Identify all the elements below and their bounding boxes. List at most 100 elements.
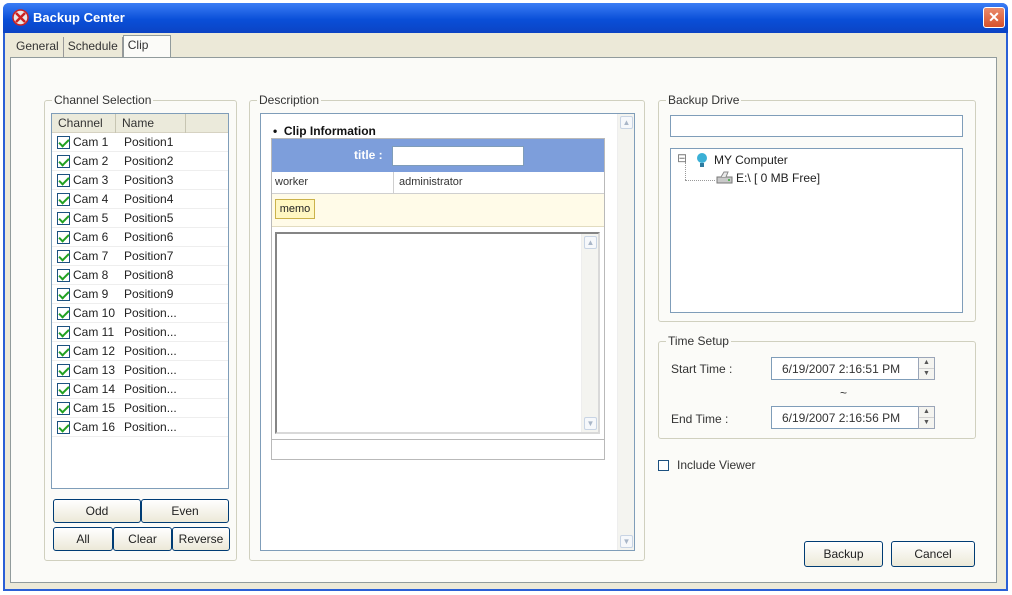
channel-cell: Cam 10: [73, 306, 116, 320]
description-scrollbar[interactable]: ▲ ▼: [617, 114, 634, 550]
channel-cell: Cam 9: [73, 287, 109, 301]
channel-row[interactable]: Cam 15 Position...: [52, 399, 228, 418]
column-header-empty: [186, 114, 228, 133]
channel-row[interactable]: Cam 11 Position...: [52, 323, 228, 342]
tab-schedule[interactable]: Schedule: [63, 37, 123, 57]
column-header-name[interactable]: Name: [116, 114, 186, 133]
scroll-down-icon[interactable]: ▼: [620, 535, 633, 548]
channel-checkbox[interactable]: [57, 306, 70, 320]
channel-row[interactable]: Cam 4 Position4: [52, 190, 228, 209]
start-time-label: Start Time :: [671, 362, 733, 376]
channel-checkbox[interactable]: [57, 420, 70, 434]
clip-information-heading: • Clip Information: [273, 124, 376, 138]
channel-row[interactable]: Cam 9 Position9: [52, 285, 228, 304]
channel-row[interactable]: Cam 1 Position1: [52, 133, 228, 152]
channel-row[interactable]: Cam 12 Position...: [52, 342, 228, 361]
even-button[interactable]: Even: [141, 499, 229, 523]
channel-row[interactable]: Cam 10 Position...: [52, 304, 228, 323]
channel-row[interactable]: Cam 7 Position7: [52, 247, 228, 266]
name-cell: Position2: [124, 154, 174, 168]
name-cell: Position1: [124, 135, 174, 149]
channel-cell: Cam 13: [73, 363, 116, 377]
channel-checkbox[interactable]: [57, 268, 70, 282]
odd-button[interactable]: Odd: [53, 499, 141, 523]
spin-down-icon[interactable]: ▼: [919, 418, 934, 429]
channel-cell: Cam 15: [73, 401, 116, 415]
channel-row[interactable]: Cam 3 Position3: [52, 171, 228, 190]
memo-textarea[interactable]: ▲ ▼: [275, 232, 600, 434]
memo-scroll-down-icon[interactable]: ▼: [584, 417, 597, 430]
channel-checkbox[interactable]: [57, 173, 70, 187]
channel-row[interactable]: Cam 14 Position...: [52, 380, 228, 399]
start-time-spinner[interactable]: ▲ ▼: [918, 357, 935, 380]
title-input[interactable]: [392, 146, 524, 166]
tree-node-my-computer[interactable]: MY Computer: [714, 153, 788, 167]
tree-node-drive-e[interactable]: E:\ [ 0 MB Free]: [736, 171, 820, 185]
channel-checkbox[interactable]: [57, 325, 70, 339]
name-cell: Position4: [124, 192, 174, 206]
bullet-icon: •: [273, 124, 284, 138]
channel-checkbox[interactable]: [57, 154, 70, 168]
channel-row[interactable]: Cam 16 Position...: [52, 418, 228, 437]
description-label: Description: [257, 93, 322, 107]
channel-cell: Cam 3: [73, 173, 109, 187]
time-separator: ~: [840, 386, 848, 400]
channel-checkbox[interactable]: [57, 211, 70, 225]
name-cell: Position...: [124, 420, 177, 434]
description-pane[interactable]: • Clip Information title : worker admini…: [260, 113, 635, 551]
channel-rows: Cam 1 Position1 Cam 2 Position2 Cam 3 Positio…: [52, 133, 228, 437]
tab-general[interactable]: General: [12, 37, 64, 57]
channel-row[interactable]: Cam 6 Position6: [52, 228, 228, 247]
worker-label: worker: [275, 176, 309, 188]
backup-path-field[interactable]: [670, 115, 963, 137]
channel-cell: Cam 8: [73, 268, 109, 282]
reverse-button[interactable]: Reverse: [172, 527, 230, 551]
channel-row[interactable]: Cam 8 Position8: [52, 266, 228, 285]
all-button[interactable]: All: [53, 527, 113, 551]
spin-down-icon[interactable]: ▼: [919, 369, 934, 380]
worker-row: worker administrator: [272, 172, 604, 194]
channel-checkbox[interactable]: [57, 192, 70, 206]
tab-clip[interactable]: Clip: [122, 35, 172, 57]
memo-scroll-up-icon[interactable]: ▲: [584, 236, 597, 249]
channel-cell: Cam 1: [73, 135, 109, 149]
channel-row[interactable]: Cam 2 Position2: [52, 152, 228, 171]
memo-button[interactable]: memo: [275, 199, 315, 219]
drive-icon: [716, 171, 733, 184]
worker-value: administrator: [399, 176, 463, 188]
channel-checkbox[interactable]: [57, 230, 70, 244]
close-icon: ✕: [988, 9, 1000, 25]
name-cell: Position5: [124, 211, 174, 225]
channel-list[interactable]: Channel Name Cam 1 Position1 Cam 2 Position…: [51, 113, 229, 489]
channel-row[interactable]: Cam 5 Position5: [52, 209, 228, 228]
cancel-button[interactable]: Cancel: [891, 541, 975, 567]
clip-information-text: Clip Information: [283, 124, 376, 138]
name-cell: Position6: [124, 230, 174, 244]
channel-checkbox[interactable]: [57, 249, 70, 263]
channel-checkbox[interactable]: [57, 287, 70, 301]
spin-up-icon[interactable]: ▲: [919, 407, 934, 418]
include-viewer-label: Include Viewer: [677, 458, 756, 472]
column-header-channel[interactable]: Channel: [52, 114, 116, 133]
title-bar[interactable]: Backup Center ✕: [3, 3, 1008, 33]
channel-checkbox[interactable]: [57, 344, 70, 358]
channel-row[interactable]: Cam 13 Position...: [52, 361, 228, 380]
scroll-up-icon[interactable]: ▲: [620, 116, 633, 129]
tab-bar: General Schedule Clip: [12, 35, 172, 57]
spin-up-icon[interactable]: ▲: [919, 358, 934, 369]
channel-checkbox[interactable]: [57, 382, 70, 396]
backup-button[interactable]: Backup: [804, 541, 883, 567]
clear-button[interactable]: Clear: [113, 527, 172, 551]
memo-scrollbar[interactable]: ▲ ▼: [581, 234, 598, 432]
end-time-picker[interactable]: 6/19/2007 2:16:56 PM: [771, 406, 921, 429]
channel-checkbox[interactable]: [57, 401, 70, 415]
end-time-spinner[interactable]: ▲ ▼: [918, 406, 935, 429]
channel-checkbox[interactable]: [57, 363, 70, 377]
name-cell: Position...: [124, 401, 177, 415]
name-cell: Position...: [124, 382, 177, 396]
include-viewer-checkbox[interactable]: [658, 460, 669, 471]
channel-checkbox[interactable]: [57, 135, 70, 149]
close-button[interactable]: ✕: [983, 7, 1005, 28]
start-time-picker[interactable]: 6/19/2007 2:16:51 PM: [771, 357, 921, 380]
drive-tree[interactable]: ⊟ MY Computer E:\ [ 0 MB Free]: [670, 148, 963, 313]
